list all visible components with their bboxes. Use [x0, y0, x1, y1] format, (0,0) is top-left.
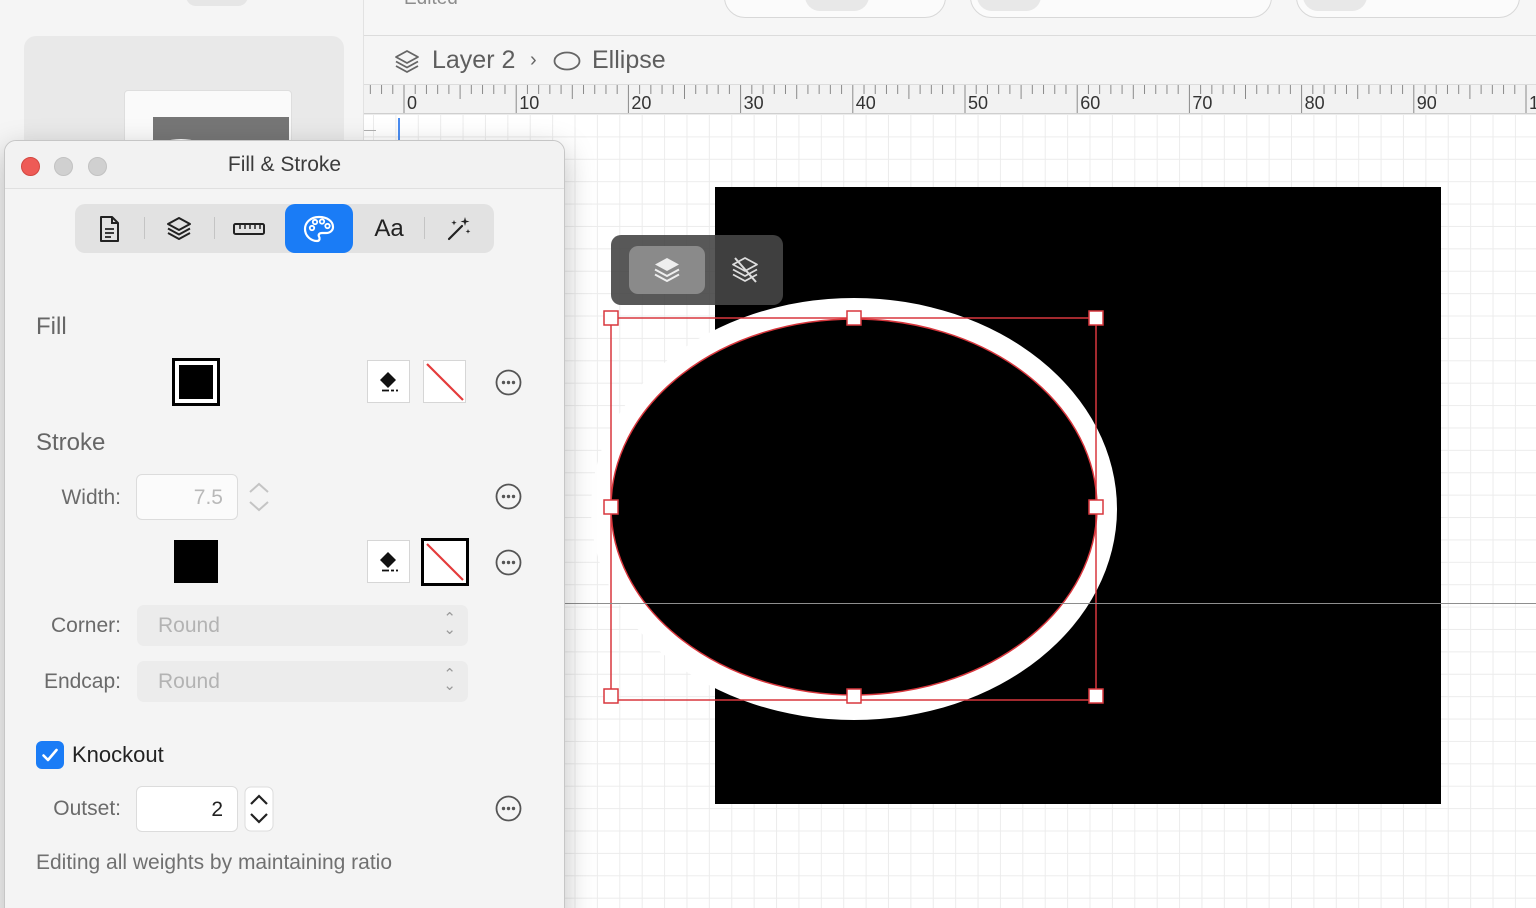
resize-handle-top-right[interactable] — [1088, 310, 1104, 326]
corner-value: Round — [158, 614, 220, 637]
outset-stepper[interactable] — [244, 786, 274, 832]
knockout-label[interactable]: Knockout — [72, 742, 164, 768]
resize-handle-left[interactable] — [603, 499, 619, 515]
breadcrumb-layer[interactable]: Layer 2 — [432, 46, 515, 75]
magic-wand-icon — [447, 216, 471, 240]
ruler-label: 1 — [1529, 93, 1536, 113]
text-tab-label: Aa — [374, 214, 404, 242]
endcap-value: Round — [158, 670, 220, 693]
toolbar-control-group-2[interactable] — [970, 0, 1272, 18]
layers-slash-icon — [732, 257, 758, 283]
stroke-section-label: Stroke — [36, 429, 106, 456]
endcap-label: Endcap: — [43, 670, 121, 693]
toolbar-segment[interactable] — [805, 0, 869, 11]
eraser-icon — [379, 551, 398, 571]
document-icon — [100, 215, 119, 242]
ruler-label: 30 — [743, 93, 764, 113]
ruler-label: 90 — [1416, 93, 1437, 113]
popup-arrows-icon: ⌃ ⌄ — [443, 610, 456, 638]
fill-color-well[interactable] — [172, 358, 220, 406]
sidebar-scroll-pill — [186, 0, 248, 6]
width-label: Width: — [61, 486, 121, 509]
outset-label: Outset: — [53, 797, 121, 820]
fill-eyedropper-button[interactable] — [367, 360, 410, 403]
panel-titlebar[interactable]: Fill & Stroke — [5, 141, 564, 189]
no-color-icon — [426, 543, 464, 581]
outset-field[interactable]: 2 — [136, 786, 238, 832]
tab-text[interactable]: Aa — [355, 204, 423, 253]
toolbar-control-group-1[interactable] — [724, 0, 946, 18]
breadcrumb-shape[interactable]: Ellipse — [592, 46, 666, 75]
ruler-label: 80 — [1304, 93, 1325, 113]
popup-arrows-icon: ⌃ ⌄ — [443, 666, 456, 694]
resize-handle-bottom[interactable] — [846, 688, 862, 704]
endcap-popup[interactable]: Round ⌃ ⌄ — [137, 661, 468, 702]
ellipse-shape[interactable] — [610, 318, 1098, 696]
weight-hint-text: Editing all weights by maintaining ratio — [36, 851, 393, 874]
send-to-back-button[interactable] — [707, 246, 783, 294]
tab-layers[interactable] — [145, 204, 213, 253]
breadcrumb: Layer 2 › Ellipse — [364, 36, 1536, 84]
ruler-label: 50 — [968, 93, 989, 113]
ruler-label: 70 — [1192, 93, 1213, 113]
no-color-icon — [425, 362, 464, 401]
tab-effects[interactable] — [425, 204, 493, 253]
resize-handle-bottom-right[interactable] — [1088, 688, 1104, 704]
ruler-label: 40 — [855, 93, 876, 113]
more-options-icon[interactable] — [495, 795, 522, 822]
more-options-icon[interactable] — [495, 369, 522, 396]
inspector-tab-bar: Aa — [75, 204, 494, 253]
corner-label: Corner: — [50, 614, 121, 637]
stroke-none-button[interactable] — [421, 538, 469, 586]
resize-handle-right[interactable] — [1088, 499, 1104, 515]
resize-handle-bottom-left[interactable] — [603, 688, 619, 704]
knockout-checkbox[interactable] — [36, 741, 64, 769]
tab-fill-stroke[interactable] — [285, 204, 353, 253]
fill-none-button[interactable] — [423, 360, 466, 403]
stroke-width-field[interactable]: 7.5 — [136, 474, 238, 520]
fill-stroke-panel: Fill & Stroke Aa Fill Stroke Width: 7.5 … — [4, 140, 565, 908]
layers-icon — [167, 216, 191, 240]
horizontal-ruler[interactable]: 0 10 20 30 40 50 60 70 80 90 1 — [364, 84, 1536, 114]
tab-measure[interactable] — [215, 204, 283, 253]
stroke-width-stepper[interactable] — [244, 474, 274, 520]
layers-icon — [395, 50, 419, 73]
ellipse-icon — [553, 51, 581, 71]
tab-document[interactable] — [75, 204, 143, 253]
layers-stack-icon — [654, 258, 680, 282]
eraser-icon — [379, 371, 398, 391]
toolbar-segment[interactable] — [1303, 0, 1367, 11]
stroke-eyedropper-button[interactable] — [367, 540, 410, 583]
ruler-ticks — [369, 85, 1527, 113]
ruler-label: 0 — [407, 93, 418, 113]
ruler-label: 10 — [519, 93, 540, 113]
resize-handle-top-left[interactable] — [603, 310, 619, 326]
more-options-icon[interactable] — [495, 549, 522, 576]
resize-handle-top[interactable] — [846, 310, 862, 326]
breadcrumb-separator: › — [530, 49, 537, 71]
more-options-icon[interactable] — [495, 483, 522, 510]
bring-to-front-button[interactable] — [629, 246, 705, 294]
ruler-icon — [233, 222, 265, 235]
panel-title: Fill & Stroke — [227, 153, 342, 176]
toolbar-segment[interactable] — [977, 0, 1041, 11]
palette-icon — [303, 215, 335, 242]
ruler-label: 60 — [1080, 93, 1101, 113]
document-status: Edited — [404, 0, 458, 10]
ruler-label: 20 — [631, 93, 652, 113]
fill-section-label: Fill — [36, 313, 67, 340]
layer-order-popover — [611, 235, 783, 305]
stroke-color-swatch[interactable] — [174, 540, 218, 583]
checkmark-icon — [42, 748, 58, 762]
fill-color-swatch — [179, 365, 213, 399]
corner-popup[interactable]: Round ⌃ ⌄ — [137, 605, 468, 646]
toolbar: Edited — [364, 0, 1536, 36]
toolbar-control-group-3[interactable] — [1296, 0, 1520, 18]
